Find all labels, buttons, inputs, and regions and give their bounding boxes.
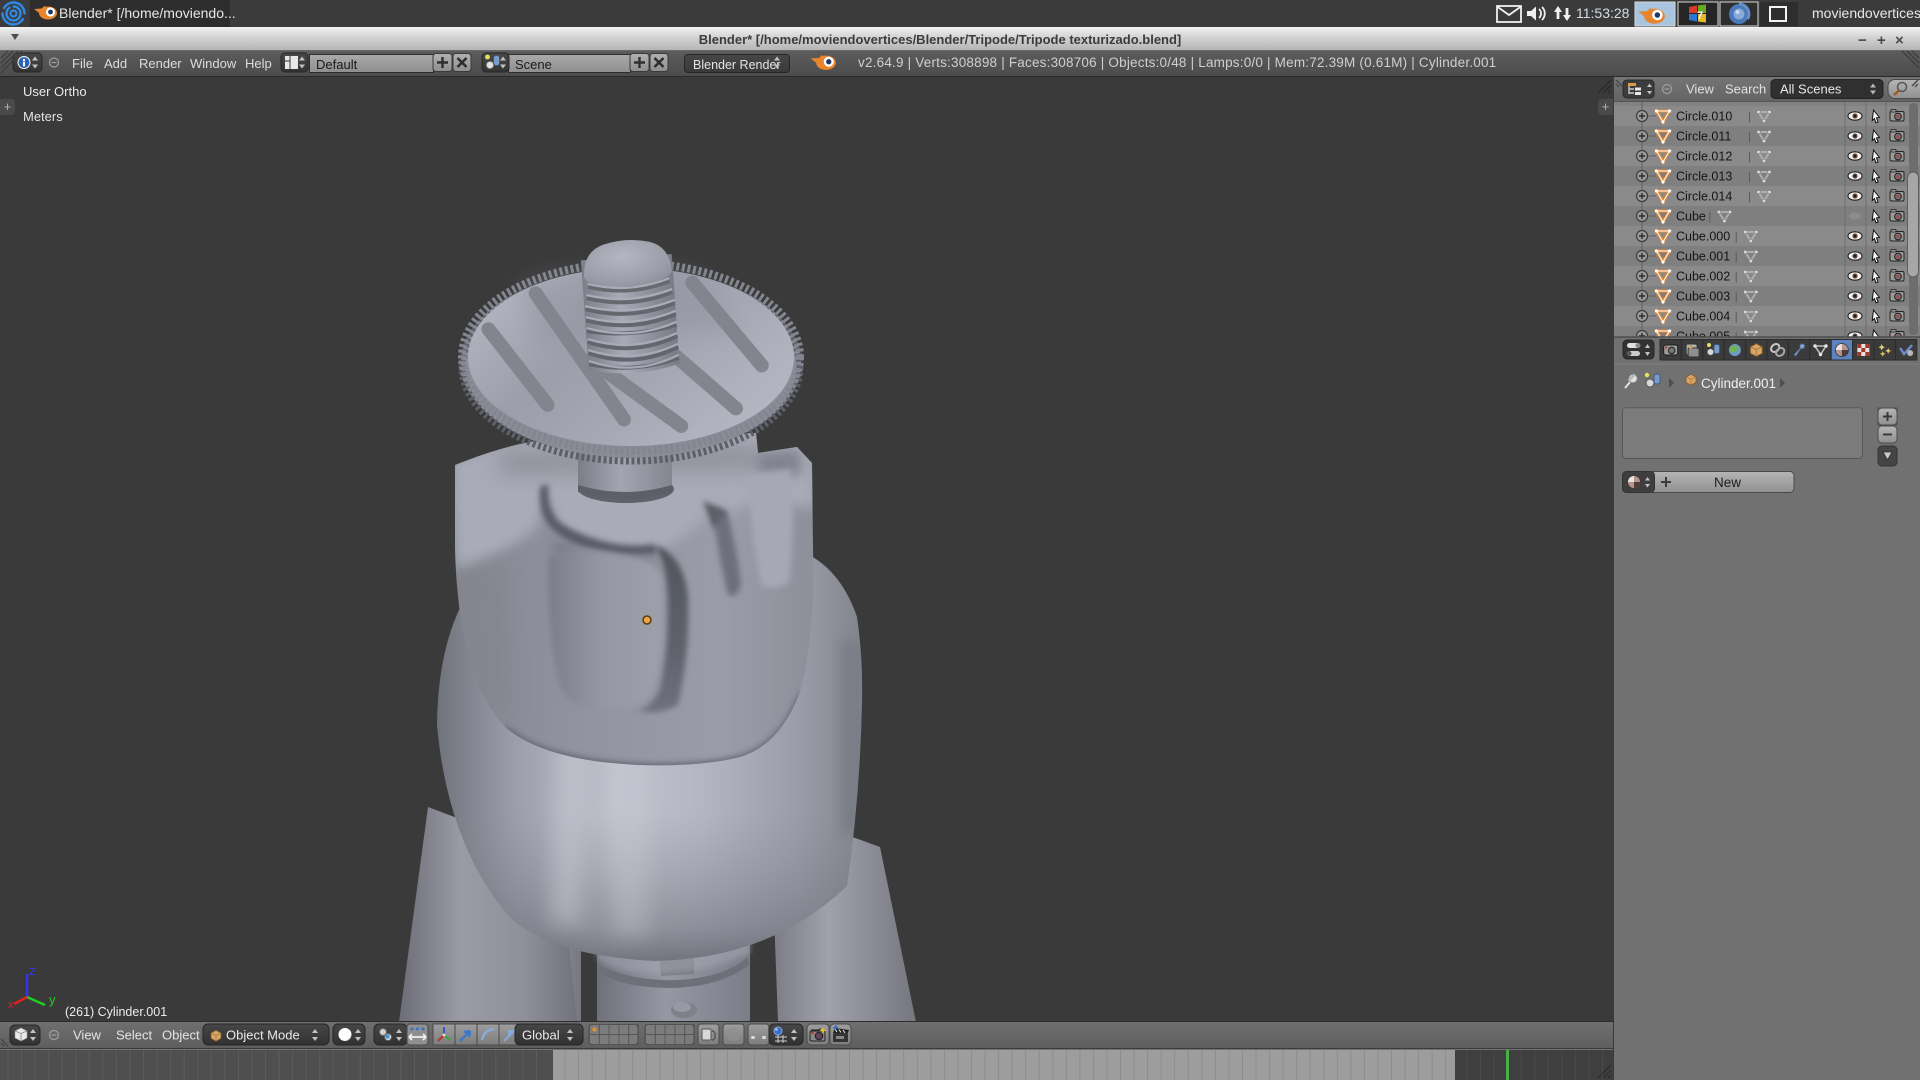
svg-text:Circle.013: Circle.013 xyxy=(1676,170,1732,184)
svg-text:Object: Object xyxy=(162,1028,200,1043)
svg-text:|: | xyxy=(1735,231,1738,243)
svg-text:Select: Select xyxy=(116,1028,153,1043)
svg-text:Circle.011: Circle.011 xyxy=(1676,130,1731,144)
svg-text:Circle.014: Circle.014 xyxy=(1676,190,1732,204)
svg-text:y: y xyxy=(49,992,56,1007)
svg-text:New: New xyxy=(1714,475,1741,490)
svg-text:Cube.003: Cube.003 xyxy=(1676,290,1730,304)
svg-text:Object Mode: Object Mode xyxy=(226,1028,300,1043)
svg-text:|: | xyxy=(1735,291,1738,303)
svg-text:Cube.004: Cube.004 xyxy=(1676,310,1730,324)
svg-text:Search: Search xyxy=(1725,82,1766,97)
svg-text:Circle.010: Circle.010 xyxy=(1676,110,1732,124)
svg-text:View: View xyxy=(73,1028,102,1043)
svg-text:|: | xyxy=(1748,131,1751,143)
svg-text:Global: Global xyxy=(522,1028,560,1043)
svg-text:Cube.000: Cube.000 xyxy=(1676,230,1730,244)
svg-text:All Scenes: All Scenes xyxy=(1780,82,1842,97)
svg-text:|: | xyxy=(1748,171,1751,183)
svg-text:7: 7 xyxy=(1697,10,1703,22)
svg-text:Cube.001: Cube.001 xyxy=(1676,250,1730,264)
svg-text:Cube: Cube xyxy=(1676,210,1706,224)
svg-text:View: View xyxy=(1686,82,1715,97)
svg-text:Cube.002: Cube.002 xyxy=(1676,270,1730,284)
svg-text:z: z xyxy=(29,963,36,978)
svg-text:x: x xyxy=(8,999,14,1011)
svg-text:|: | xyxy=(1748,191,1751,203)
svg-text:|: | xyxy=(1708,211,1711,223)
svg-text:Cylinder.001: Cylinder.001 xyxy=(1701,376,1776,391)
svg-text:|: | xyxy=(1735,311,1738,323)
svg-text:|: | xyxy=(1735,271,1738,283)
svg-text:Circle.012: Circle.012 xyxy=(1676,150,1732,164)
svg-text:|: | xyxy=(1735,251,1738,263)
svg-text:|: | xyxy=(1748,111,1751,123)
svg-text:|: | xyxy=(1748,151,1751,163)
